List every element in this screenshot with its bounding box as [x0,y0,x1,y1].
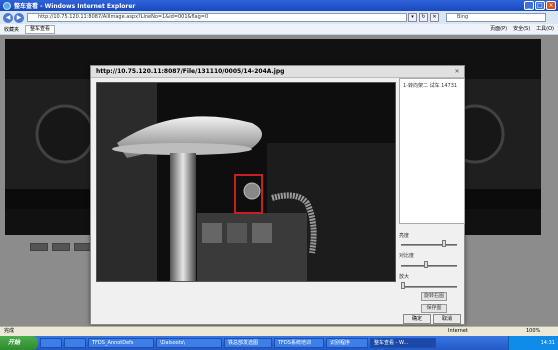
dialog-title: http://10.75.120.11:8087/File/131110/000… [91,66,464,78]
safety-menu[interactable]: 安全(S) [513,25,530,34]
window-titlebar: 整车查看 - Windows Internet Explorer _ □ × [0,0,558,11]
url-input[interactable]: http://10.75.120.11:8087/AllImage.aspx?L… [27,13,407,22]
stop-icon[interactable]: ✕ [430,13,439,22]
address-actions: ▾ ↻ ✕ [408,13,439,22]
security-zone: Internet [448,328,468,334]
contrast-slider[interactable] [401,265,457,267]
tools-menu[interactable]: 工具(O) [536,25,554,34]
info-panel-text: 1-转向架二 试车 14731 [403,83,458,89]
close-button[interactable]: × [546,1,556,10]
ie-logo-icon [3,1,11,10]
rotate-button[interactable]: 旋转右图 [421,292,447,301]
zoom-label: 放大 [399,274,410,280]
system-tray-clock: 14:31 [508,336,558,350]
back-icon[interactable]: ◀ [3,12,13,23]
status-text: 完成 [4,328,15,334]
page-content: http://10.75.120.11:8087/File/131110/000… [0,35,558,326]
save-image-button[interactable]: 保存图 [421,304,447,313]
taskbar-item[interactable]: 识别程序 [326,338,368,348]
taskbar-item[interactable] [40,338,62,348]
dropdown-icon[interactable]: ▾ [408,13,417,22]
status-bar: 完成 Internet 100% [0,326,558,336]
minimize-button[interactable]: _ [524,1,534,10]
image-viewer-dialog: http://10.75.120.11:8087/File/131110/000… [90,65,465,325]
taskbar: 开始 TFDS_AnnotDefs \Dalsoots\ 铁总部发选图 TFDS… [0,336,558,350]
taskbar-item[interactable]: \Dalsoots\ [156,338,222,348]
cancel-button[interactable]: 取消 [433,314,461,324]
forward-icon[interactable]: ▶ [14,12,24,23]
favorites-button[interactable]: 收藏夹 [4,26,19,33]
start-button[interactable]: 开始 [0,336,38,350]
taskbar-item[interactable] [64,338,86,348]
contrast-label: 对比度 [399,253,415,259]
window-title: 整车查看 - Windows Internet Explorer [14,3,136,10]
taskbar-item[interactable]: TFDS_AnnotDefs [88,338,154,348]
address-bar: ◀ ▶ http://10.75.120.11:8087/AllImage.as… [0,11,558,24]
brightness-slider[interactable] [401,244,457,246]
refresh-icon[interactable]: ↻ [419,13,428,22]
taskbar-item[interactable]: TFDS系统培训 [274,338,324,348]
favorites-bar: 收藏夹 整车查看 [0,24,558,35]
zoom-level[interactable]: 100% [526,327,540,336]
maximize-button[interactable]: □ [535,1,545,10]
brightness-label: 亮度 [399,233,410,239]
taskbar-item-active[interactable]: 整车查看 - W... [370,338,436,348]
zoom-slider[interactable] [401,286,457,288]
brightness-slider-thumb[interactable] [442,240,446,247]
window-controls: _ □ × [524,1,556,10]
contrast-slider-thumb[interactable] [424,261,428,268]
info-panel: 1-转向架二 试车 14731 [399,78,465,224]
page-menu[interactable]: 页面(P) [490,25,507,34]
tab-current[interactable]: 整车查看 [25,24,56,34]
zoom-slider-thumb[interactable] [401,282,405,289]
command-bar: 页面(P) 安全(S) 工具(O) [490,25,554,34]
dialog-close-icon[interactable]: ✕ [453,68,461,76]
taskbar-item[interactable]: 铁总部发选图 [224,338,272,348]
ok-button[interactable]: 确定 [403,314,431,324]
inspection-image[interactable] [96,82,396,282]
search-input[interactable]: Bing [446,13,546,22]
